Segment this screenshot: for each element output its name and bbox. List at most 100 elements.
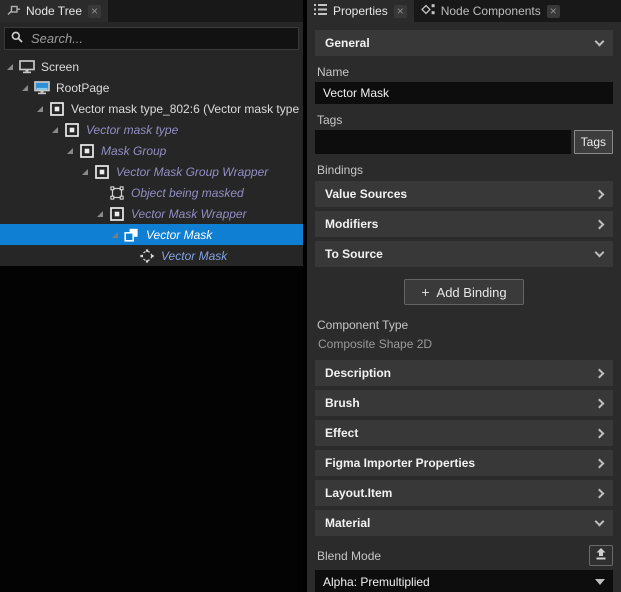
tree-row-label: Screen [41,60,79,74]
expand-arrow-icon[interactable] [66,146,78,156]
chevron-right-icon [595,488,605,498]
node-tree: Screen RootPage Vector mask type_802:6 (… [0,53,303,266]
tab-label: Node Components [441,4,541,18]
tree-row-label: Vector mask type_802:6 (Vector mask type [71,102,299,116]
section-label: Layout.Item [325,486,392,500]
tree-row-vector-mask-wrapper[interactable]: Vector Mask Wrapper [0,203,303,224]
tree-row-vector-mask-selected[interactable]: Vector Mask [0,224,303,245]
section-layout-item[interactable]: Layout.Item [315,480,613,506]
node-components-icon [421,3,435,19]
tree-row-mask-group[interactable]: Mask Group [0,140,303,161]
chevron-right-icon [595,368,605,378]
tree-row-vector-mask-group-wrapper[interactable]: Vector Mask Group Wrapper [0,161,303,182]
section-label: General [325,36,370,50]
tree-row-label: Vector Mask [161,249,227,263]
chevron-right-icon [595,219,605,229]
tree-row-label: Vector Mask Wrapper [131,207,247,221]
expand-arrow-icon[interactable] [21,83,33,93]
tree-row-label: Vector Mask Group Wrapper [116,165,268,179]
section-label: Modifiers [325,217,378,231]
section-modifiers[interactable]: Modifiers [315,211,613,237]
expand-arrow-icon[interactable] [51,125,63,135]
revert-upload-icon [595,548,607,563]
close-icon[interactable]: × [88,5,101,18]
chevron-right-icon [595,398,605,408]
screen-icon [18,59,35,74]
blend-mode-row: Blend Mode [315,545,613,566]
section-value-sources[interactable]: Value Sources [315,181,613,207]
tree-row-label: Object being masked [131,186,244,200]
tree-row-label: Mask Group [101,144,166,158]
expand-arrow-icon[interactable] [6,62,18,72]
selection-bounds-icon [108,185,125,200]
node-tree-icon [7,3,20,19]
expand-arrow-icon[interactable] [96,209,108,219]
section-general[interactable]: General [315,30,613,56]
tags-button[interactable]: Tags [574,130,613,154]
search-icon [11,30,23,48]
search-area [0,22,303,53]
expand-arrow-icon[interactable] [81,167,93,177]
plus-icon: + [421,284,429,300]
properties-list-icon [314,4,327,18]
tree-row-screen[interactable]: Screen [0,56,303,77]
section-description[interactable]: Description [315,360,613,386]
node-2d-icon [93,164,110,179]
section-label: Effect [325,426,358,440]
chevron-right-icon [595,458,605,468]
add-binding-label: Add Binding [437,285,507,300]
dropdown-caret-icon [595,579,605,585]
right-tabbar: Properties × Node Components × [307,0,621,22]
name-field[interactable] [315,82,613,104]
chevron-down-icon [595,247,605,257]
properties-panel: Properties × Node Components × General N… [307,0,621,592]
section-material[interactable]: Material [315,510,613,536]
tree-row-vector-mask-type[interactable]: Vector mask type [0,119,303,140]
tags-field[interactable] [315,130,571,154]
chevron-down-icon [595,36,605,46]
tab-label: Node Tree [26,4,82,18]
tree-row-vector-mask-type-802[interactable]: Vector mask type_802:6 (Vector mask type [0,98,303,119]
section-effect[interactable]: Effect [315,420,613,446]
section-label: Description [325,366,391,380]
ellipse-path-icon [138,248,155,263]
section-label: Value Sources [325,187,407,201]
left-tabbar: Node Tree × [0,0,303,22]
blend-mode-dropdown[interactable]: Alpha: Premultiplied [315,570,613,592]
app-window: Node Tree × Screen RootPage [0,0,621,592]
tree-row-object-being-masked[interactable]: Object being masked [0,182,303,203]
tree-row-vector-mask-child[interactable]: Vector Mask [0,245,303,266]
expand-arrow-icon[interactable] [36,104,48,114]
tab-label: Properties [333,4,388,18]
tab-node-components[interactable]: Node Components × [414,0,567,22]
section-label: To Source [325,247,383,261]
revert-property-button[interactable] [589,545,613,566]
component-type-value: Composite Shape 2D [318,337,611,351]
search-input[interactable] [29,30,292,47]
chevron-down-icon [595,516,605,526]
section-label: Brush [325,396,360,410]
tab-properties[interactable]: Properties × [307,0,414,22]
tree-row-label: Vector mask type [86,123,178,137]
section-brush[interactable]: Brush [315,390,613,416]
chevron-right-icon [595,189,605,199]
tags-row: Tags [315,130,613,154]
close-icon[interactable]: × [394,5,407,18]
tree-row-rootpage[interactable]: RootPage [0,77,303,98]
expand-arrow-icon[interactable] [111,230,123,240]
close-icon[interactable]: × [547,5,560,18]
name-label: Name [317,65,611,79]
node-2d-icon [108,206,125,221]
node-2d-icon [63,122,80,137]
tree-empty-area [0,266,303,592]
chevron-right-icon [595,428,605,438]
tab-node-tree[interactable]: Node Tree × [0,0,108,22]
blend-mode-value: Alpha: Premultiplied [323,575,430,589]
properties-content: General Name Tags Tags Bindings Value So… [307,22,621,592]
tree-row-label: RootPage [56,81,109,95]
add-binding-button[interactable]: + Add Binding [404,279,523,305]
root-page-icon [33,80,50,95]
composite-shape-2d-icon [123,227,140,242]
section-to-source[interactable]: To Source [315,241,613,267]
section-figma-importer-properties[interactable]: Figma Importer Properties [315,450,613,476]
